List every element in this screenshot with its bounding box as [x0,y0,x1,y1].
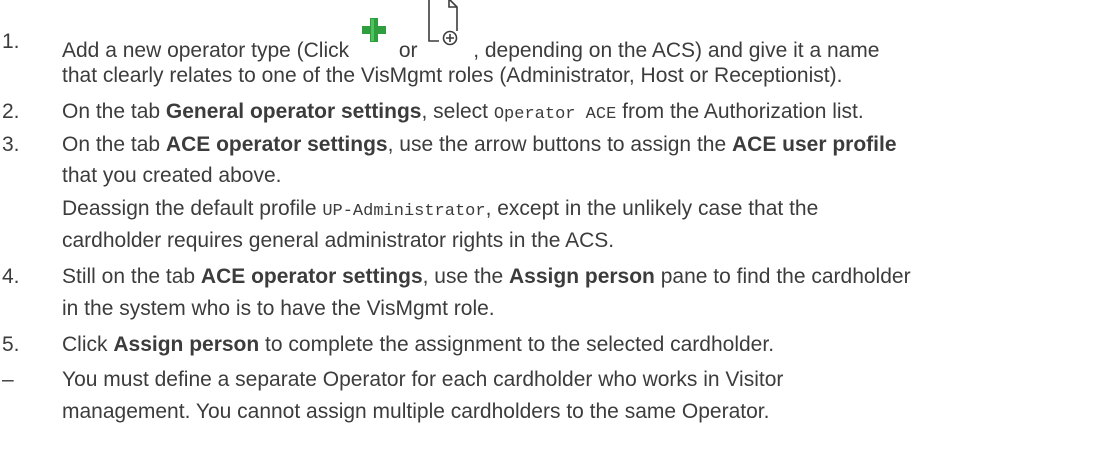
step-number: 2. [2,100,20,123]
step-text-line: that you created above. [62,164,282,187]
tab-name: ACE operator settings [165,133,388,156]
step-text: from the Authorization list. [616,100,864,123]
step-number: 5. [2,333,20,356]
step-text: , select [421,100,494,123]
step-number: 4. [2,265,20,288]
tab-name: ACE operator settings [200,265,423,288]
step-text: Click [62,333,114,356]
step-text: On the tab [62,100,166,123]
step-text: or [398,39,418,62]
step-number: 3. [2,133,20,156]
step-text: pane to find the cardholder [654,265,911,288]
new-document-icon [425,0,465,61]
button-name: Assign person [113,333,260,356]
step-text-line: On the tab ACE operator settings, use th… [62,130,897,160]
note-text-line: You must define a separate Operator for … [62,368,784,391]
profile-value: UP-Administrator [322,202,486,221]
step-text-line: cardholder requires general administrato… [62,229,615,252]
note-bullet: – [2,368,14,391]
pane-name: Assign person [509,265,655,288]
step-text-line: Deassign the default profile UP-Administ… [62,194,818,227]
step-text-line: that clearly relates to one of the VisMg… [62,64,843,87]
step-text: , use the arrow buttons to assign the [387,133,732,156]
step-number: 1. [2,30,20,53]
step-text: , except in the unlikely case that the [485,197,819,220]
step-text-line: Click Assign person to complete the assi… [62,330,774,360]
step-text: On the tab [62,133,166,156]
profile-name: ACE user profile [731,133,897,156]
step-text: , use the [422,265,510,288]
step-text: Still on the tab [62,265,201,288]
step-text: to complete the assignment to the select… [259,333,775,356]
step-text: , depending on the ACS) and give it a na… [473,39,880,62]
step-text-line: On the tab General operator settings, se… [62,97,864,130]
step-text: Deassign the default profile [62,197,323,220]
instruction-document: 1. Add a new operator type (Click or , d… [0,0,1103,472]
tab-name: General operator settings [165,100,422,123]
step-text: Add a new operator type (Click [62,39,350,62]
authorization-value: Operator ACE [493,105,617,124]
step-text-line: Still on the tab ACE operator settings, … [62,262,911,292]
add-plus-icon [357,18,391,61]
step-text-line: in the system who is to have the VisMgmt… [62,297,495,320]
note-text-line: management. You cannot assign multiple c… [62,400,770,423]
